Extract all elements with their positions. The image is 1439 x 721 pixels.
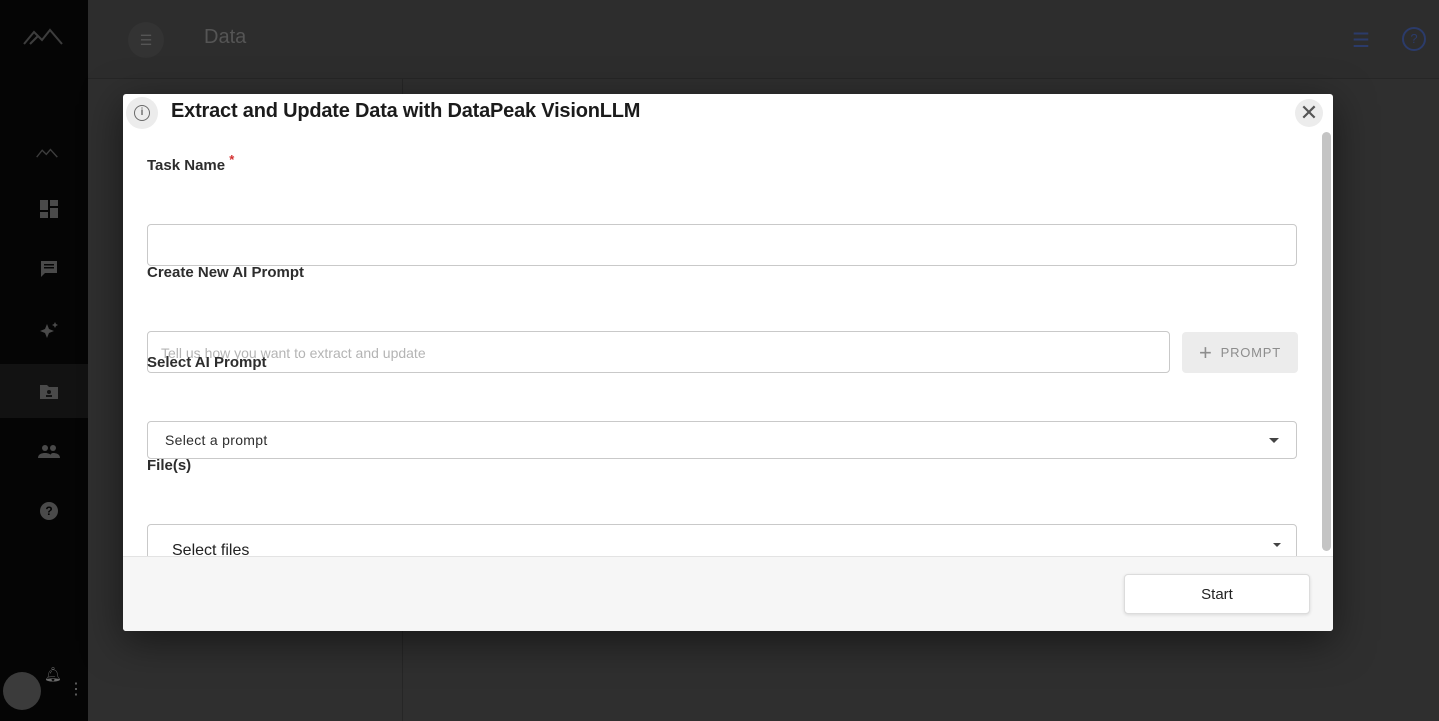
select-prompt-value: Select a prompt (165, 432, 268, 448)
add-prompt-label: PROMPT (1220, 345, 1282, 360)
task-name-label-text: Task Name (147, 157, 226, 174)
chat-icon[interactable] (38, 258, 60, 280)
dialog-header: i Extract and Update Data with DataPeak … (123, 94, 1333, 132)
people-icon[interactable] (38, 440, 60, 462)
page-title: Data (204, 26, 247, 48)
create-prompt-label: Create New AI Prompt (147, 264, 304, 281)
folder-user-icon[interactable] (38, 380, 60, 402)
task-name-label: Task Name * (147, 153, 234, 174)
svg-text:?: ? (45, 504, 52, 518)
menu-icon[interactable]: ☰ (128, 22, 164, 58)
info-icon: i (134, 105, 150, 121)
dialog-scrollbar[interactable] (1322, 132, 1331, 551)
avatar[interactable] (3, 672, 41, 710)
select-prompt-dropdown[interactable]: Select a prompt (147, 421, 1297, 459)
task-name-input[interactable] (147, 224, 1297, 266)
start-button[interactable]: Start (1124, 574, 1310, 614)
topbar (88, 0, 1439, 79)
help-icon[interactable]: ? (38, 500, 60, 522)
dialog-title: Extract and Update Data with DataPeak Vi… (171, 100, 641, 122)
more-vert-icon[interactable]: ⋮ (68, 682, 84, 698)
home-logo-icon[interactable] (36, 142, 58, 164)
caret-down-icon (1273, 543, 1281, 547)
add-prompt-button[interactable]: + PROMPT (1182, 332, 1298, 373)
dialog-body: Task Name * Create New AI Prompt Tell us… (123, 132, 1321, 576)
caret-down-icon (1269, 438, 1279, 443)
extract-update-dialog: i Extract and Update Data with DataPeak … (123, 94, 1333, 631)
plus-icon: + (1198, 339, 1213, 365)
sparkle-icon[interactable] (38, 320, 60, 342)
files-label: File(s) (147, 457, 192, 474)
new-prompt-input[interactable]: Tell us how you want to extract and upda… (147, 331, 1170, 373)
dashboard-icon[interactable] (38, 198, 60, 220)
help-circle-icon[interactable]: ? (1402, 27, 1426, 51)
select-prompt-label: Select AI Prompt (147, 354, 267, 371)
logo-icon[interactable] (22, 26, 64, 53)
close-icon: ✕ (1299, 100, 1319, 125)
info-button[interactable]: i (126, 97, 158, 129)
bell-icon[interactable]: 🔔︎ (44, 666, 62, 683)
dialog-footer: Start (123, 556, 1333, 631)
required-marker: * (229, 152, 235, 167)
list-view-icon[interactable]: ☰ (1352, 28, 1370, 53)
close-button[interactable]: ✕ (1295, 99, 1323, 127)
sidebar: ? 🔔︎ ⋮ (0, 0, 88, 721)
